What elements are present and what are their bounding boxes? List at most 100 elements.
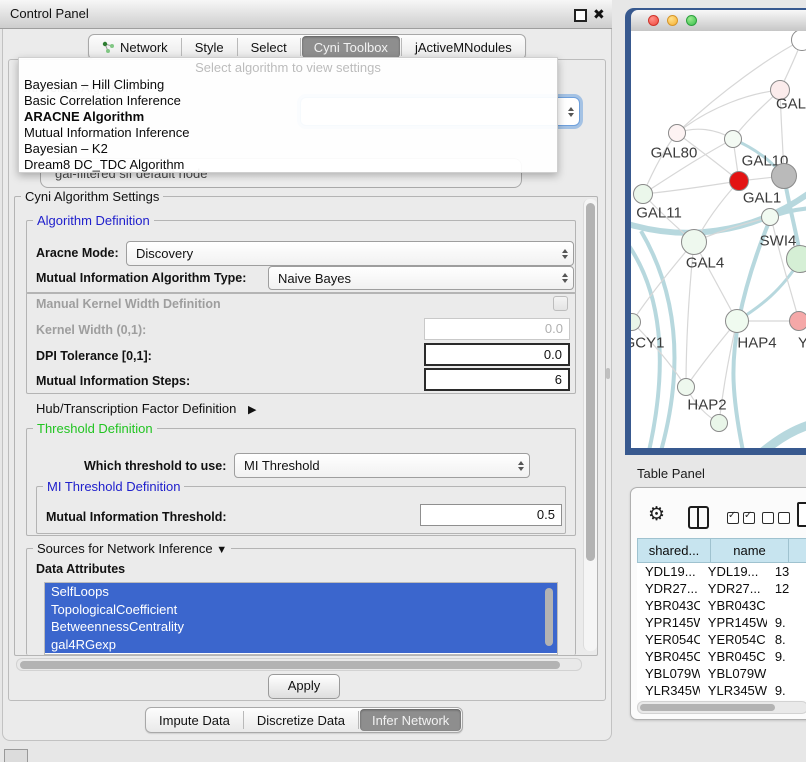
apply-button[interactable]: Apply [268,674,340,699]
tab-style[interactable]: Style [182,35,237,59]
algorithm-option[interactable]: Bayesian – Hill Climbing [19,77,557,93]
node-label: GAL [776,96,806,113]
dropdown-placeholder: Select algorithm to view settings [19,60,557,75]
close-window-icon[interactable] [648,15,659,26]
table-row[interactable]: YBL079WYBL079W [637,665,806,682]
data-attributes-list[interactable]: SelfLoopsTopologicalCoefficientBetweenne… [44,582,558,655]
mi-threshold-title: MI Threshold Definition [43,479,184,494]
columns-icon[interactable] [688,506,709,529]
hub-definition-toggle[interactable]: Hub/Transcription Factor Definition ▶ [36,401,256,416]
node-label: HAP2 [687,397,726,414]
table-cell: YBL079W [700,665,767,682]
kernel-width-field[interactable]: 0.0 [424,318,570,340]
tab-network[interactable]: Network [89,35,181,59]
network-node-gal10[interactable] [724,130,742,148]
network-node-swi4[interactable] [761,208,779,226]
dpi-tolerance-field[interactable]: 0.0 [424,343,570,366]
tab-label: Select [251,40,287,55]
aracne-mode-combobox[interactable]: Discovery [126,241,574,266]
mi-steps-field[interactable]: 6 [424,368,570,391]
algorithm-option[interactable]: Dream8 DC_TDC Algorithm [19,157,557,173]
mi-threshold-field[interactable]: 0.5 [420,504,562,526]
tab-impute-data[interactable]: Impute Data [146,708,243,732]
column-header[interactable]: name [710,538,788,563]
table-cell: YIL052C [700,699,767,700]
network-node-gal80[interactable] [668,124,686,142]
network-node[interactable] [771,163,797,189]
table-row[interactable]: YBR045CYBR045C9. [637,648,806,665]
table-row[interactable]: YDL19...YDL19...13 [637,563,806,580]
network-window-titlebar[interactable] [631,10,806,32]
attribute-item[interactable]: SelfLoops [45,583,557,601]
table-row[interactable]: YPR145WYPR145W9. [637,614,806,631]
network-node-hap2[interactable] [677,378,695,396]
zoom-window-icon[interactable] [686,15,697,26]
table-cell: YBR045C [637,648,700,665]
table-cell: YLR345W [637,682,700,699]
node-label: Y [798,335,806,352]
document-icon[interactable] [797,502,806,527]
algorithm-option[interactable]: Mutual Information Inference [19,125,557,141]
table-cell: YPR145W [700,614,767,631]
mi-algorithm-type-combobox[interactable]: Naive Bayes [268,266,574,290]
panel-corner-button[interactable] [4,749,28,762]
close-panel-icon[interactable]: ✖ [593,6,605,23]
table-cell: 12 [767,580,806,597]
tab-infer-network[interactable]: Infer Network [360,709,461,731]
manual-kernel-width-checkbox[interactable] [553,296,568,311]
algorithm-option[interactable]: ARACNE Algorithm [19,109,557,125]
deselect-all-checkbox-icon-2[interactable] [778,512,790,524]
which-threshold-combobox[interactable]: MI Threshold [234,453,530,478]
table-horizontal-scrollbar[interactable] [637,701,806,714]
table-cell: YBR045C [700,648,767,665]
tab-jactivemnodules[interactable]: jActiveMNodules [402,35,525,59]
minimize-window-icon[interactable] [667,15,678,26]
table-cell: YIL052C [637,699,700,700]
network-node[interactable] [710,414,728,432]
stepper-arrows-icon [562,273,568,283]
network-node-gal1[interactable] [729,171,749,191]
sources-title[interactable]: Sources for Network Inference ▼ [33,541,231,556]
column-header[interactable]: shared... [637,538,710,563]
algorithm-option[interactable]: Basic Correlation Inference [19,93,557,109]
gear-icon[interactable]: ⚙ [648,503,665,526]
float-panel-icon[interactable] [574,9,587,22]
sources-title-text: Sources for Network Inference [37,541,213,556]
tab-label: Cyni Toolbox [314,40,388,55]
settings-hscroll-thumb[interactable] [20,661,560,669]
select-all-checkbox-icon-2[interactable] [743,512,755,524]
tab-select[interactable]: Select [238,35,300,59]
attributes-vscroll-thumb[interactable] [545,588,553,646]
control-panel-titlebar: Control Panel ✖ [0,0,612,29]
table-hscroll-thumb[interactable] [640,704,775,711]
table-row[interactable]: YER054CYER054C8. [637,631,806,648]
attribute-item[interactable]: BetweennessCentrality [45,618,557,636]
settings-vertical-scrollbar[interactable] [583,199,597,651]
attribute-item[interactable]: TopologicalCoefficient [45,601,557,619]
table-cell: 9. [767,648,806,665]
network-node-hap4[interactable] [725,309,749,333]
tab-discretize-data[interactable]: Discretize Data [244,708,358,732]
select-all-checkbox-icon[interactable] [727,512,739,524]
network-node[interactable] [786,245,806,273]
network-node-gal11[interactable] [633,184,653,204]
column-header[interactable] [788,538,806,563]
table-row[interactable]: YLR345WYLR345W9. [637,682,806,699]
attribute-item[interactable]: gal4RGexp [45,636,557,654]
algorithm-option[interactable]: Bayesian – K2 [19,141,557,157]
settings-horizontal-scrollbar[interactable] [16,658,582,671]
panel-splitter-handle[interactable] [606,368,610,379]
table-cell: YDL19... [637,563,700,580]
data-attributes-label: Data Attributes [36,562,125,576]
table-row[interactable]: YDR27...YDR27...12 [637,580,806,597]
table-row[interactable]: YIL052CYIL052C0. [637,699,806,700]
network-node-y[interactable] [789,311,806,331]
tab-cyni-toolbox[interactable]: Cyni Toolbox [302,36,400,58]
table-row[interactable]: YBR043CYBR043C [637,597,806,614]
stepper-arrows-icon [568,107,574,117]
settings-vscroll-thumb[interactable] [586,203,595,561]
tab-label: Infer Network [372,713,449,728]
deselect-all-checkbox-icon[interactable] [762,512,774,524]
network-node-gal4[interactable] [681,229,707,255]
network-canvas[interactable]: GALGAL80GAL10GAL1GAL11SWI4GAL4GCY1HAP4YH… [631,31,806,448]
